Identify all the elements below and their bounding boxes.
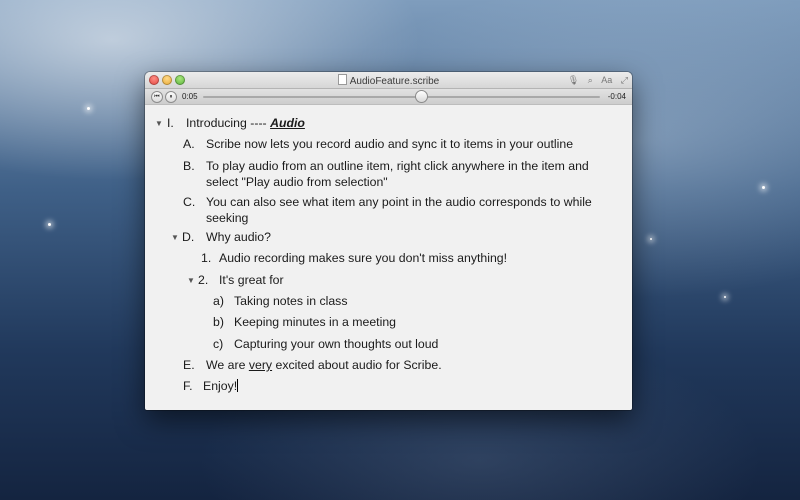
item-text: We are very excited about audio for Scri…	[206, 357, 442, 374]
elapsed-time: 0:05	[182, 92, 198, 101]
window-title-text: AudioFeature.scribe	[349, 76, 440, 87]
item-text: Capturing your own thoughts out loud	[234, 337, 439, 351]
item-text: Audio recording makes sure you don't mis…	[219, 251, 508, 265]
text-caret	[237, 379, 239, 392]
remaining-time: -0:04	[607, 92, 626, 101]
star	[650, 238, 652, 240]
toolbar-icons: 🎙 ⌕ Aa ⤢	[562, 74, 628, 86]
disclosure-triangle-icon[interactable]: ▼	[171, 229, 179, 246]
item-text: Keeping minutes in a meeting	[234, 315, 397, 329]
item-marker: I.	[167, 116, 174, 130]
item-marker: D.	[182, 230, 195, 244]
star	[87, 107, 90, 110]
search-icon[interactable]: ⌕	[588, 75, 593, 85]
outline-item-b[interactable]: B. To play audio from an outline item, r…	[145, 158, 632, 192]
item-marker: 1.	[201, 251, 212, 265]
audio-scrubber[interactable]	[203, 96, 600, 98]
item-marker: C.	[183, 195, 196, 209]
rewind-icon: ⏮	[154, 94, 160, 100]
item-marker: E.	[183, 358, 195, 372]
audio-player-bar: ⏮ ⏸ 0:05 -0:04	[145, 89, 632, 105]
star	[724, 296, 726, 298]
item-text: Why audio?	[206, 230, 271, 244]
font-icon[interactable]: Aa	[601, 75, 612, 85]
item-text-emphasis: very	[248, 358, 273, 372]
item-text: Enjoy!	[203, 378, 239, 395]
title-bar[interactable]: AudioFeature.scribe 🎙 ⌕ Aa ⤢	[145, 72, 632, 89]
item-text-line1: You can also see what item any point in …	[206, 195, 592, 209]
item-text: Taking notes in class	[234, 294, 348, 308]
item-text-line2: select "Play audio from selection"	[206, 175, 388, 189]
item-marker: b)	[213, 315, 224, 329]
window-title: AudioFeature.scribe	[145, 74, 632, 88]
outline-item-c[interactable]: C. You can also see what item any point …	[145, 194, 632, 228]
microphone-icon[interactable]: 🎙	[568, 75, 579, 85]
scrubber-knob[interactable]	[414, 90, 428, 103]
item-text-prefix: Introducing ----	[186, 116, 271, 130]
item-marker: A.	[183, 137, 195, 151]
pause-icon: ⏸	[169, 94, 173, 100]
item-text: Scribe now lets you record audio and syn…	[206, 137, 574, 151]
item-text-line1: To play audio from an outline item, righ…	[206, 159, 589, 173]
item-text-emphasis: Audio	[270, 116, 305, 130]
item-text-line2: seeking	[206, 211, 249, 225]
item-text: It's great for	[219, 273, 284, 287]
star	[48, 223, 51, 226]
scribe-window: AudioFeature.scribe 🎙 ⌕ Aa ⤢ ⏮ ⏸ 0:05 -0…	[145, 72, 632, 410]
item-marker: B.	[183, 159, 195, 173]
item-text-post: excited about audio for Scribe.	[272, 358, 442, 372]
disclosure-triangle-icon[interactable]: ▼	[187, 272, 195, 289]
item-text-pre: We are	[206, 358, 249, 372]
star	[762, 186, 765, 189]
document-icon	[337, 74, 347, 85]
item-marker: a)	[213, 294, 224, 308]
item-text: Introducing ---- Audio	[186, 115, 305, 132]
item-text-value: Enjoy!	[203, 379, 238, 393]
fullscreen-icon[interactable]: ⤢	[621, 75, 628, 85]
item-marker: F.	[183, 379, 193, 393]
item-marker: 2.	[198, 273, 209, 287]
pause-button[interactable]: ⏸	[165, 91, 177, 103]
disclosure-triangle-icon[interactable]: ▼	[155, 115, 163, 132]
item-marker: c)	[213, 337, 224, 351]
rewind-button[interactable]: ⏮	[151, 91, 163, 103]
